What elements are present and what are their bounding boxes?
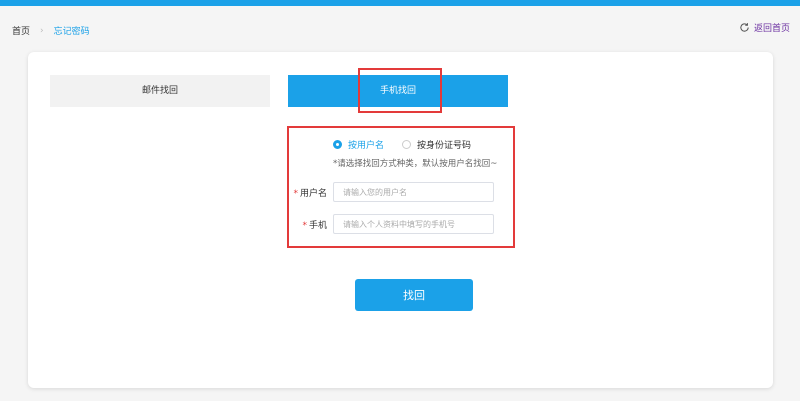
recovery-card: 邮件找回 手机找回 按用户名 按身份证号码 *请选择找回方式种类，默认按用户名找… [28,52,773,388]
recover-submit-button[interactable]: 找回 [355,279,473,311]
username-required-mark: * [293,188,298,199]
breadcrumb: 首页 › 忘记密码 [12,24,90,38]
username-label: * 用户名 [287,186,327,199]
breadcrumb-current: 忘记密码 [53,27,90,37]
phone-required-mark: * [302,220,307,231]
username-input[interactable] [333,182,494,202]
radio-by-username[interactable]: 按用户名 [333,138,384,151]
breadcrumb-separator: › [40,25,44,36]
header: 首页 › 忘记密码 返回首页 [0,6,800,50]
username-row: * 用户名 [287,182,494,202]
radio-by-id-number-label: 按身份证号码 [417,141,472,151]
phone-label: * 手机 [287,218,327,231]
radio-by-id-number[interactable]: 按身份证号码 [402,138,471,151]
refresh-icon [740,23,749,32]
back-to-home-link[interactable]: 返回首页 [739,21,790,34]
tab-email-recovery[interactable]: 邮件找回 [50,75,270,107]
tab-phone-recovery[interactable]: 手机找回 [288,75,508,107]
phone-label-text: 手机 [308,220,327,231]
breadcrumb-home-link[interactable]: 首页 [12,24,30,37]
phone-row: * 手机 [287,214,494,234]
phone-input[interactable] [333,214,494,234]
username-label-text: 用户名 [299,188,327,199]
back-to-home-label: 返回首页 [753,24,790,34]
radio-checked-icon [333,140,342,149]
recovery-method-hint: *请选择找回方式种类，默认按用户名找回~ [333,159,498,169]
radio-by-username-label: 按用户名 [348,141,385,151]
radio-unchecked-icon [402,140,412,149]
recovery-method-radio-group: 按用户名 按身份证号码 [333,138,489,151]
